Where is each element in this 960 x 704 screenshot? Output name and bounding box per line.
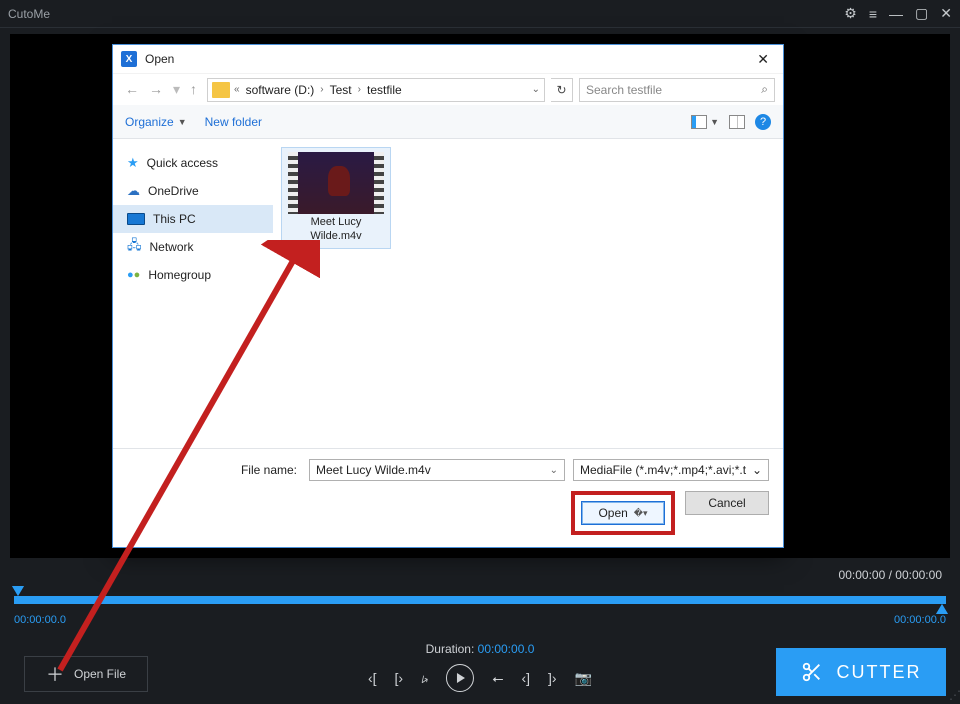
file-name-label: Meet Lucy Wilde.m4v — [286, 216, 386, 244]
dialog-titlebar: X Open ✕ — [113, 45, 783, 73]
monitor-icon — [127, 213, 145, 225]
timeline-start-label: 00:00:00.0 — [14, 614, 66, 626]
breadcrumb[interactable]: « software (D:) › Test › testfile ⌄ — [207, 78, 545, 102]
homegroup-icon: ●● — [127, 269, 140, 281]
search-input[interactable]: Search testfile ⌕ — [579, 78, 775, 102]
next-frame-button[interactable]: ⭠ — [492, 670, 503, 687]
chevron-down-icon[interactable]: ⌄ — [550, 465, 558, 476]
cancel-button[interactable]: Cancel — [685, 491, 769, 515]
nav-up-icon[interactable]: ↑ — [190, 81, 197, 98]
folder-icon — [212, 82, 230, 98]
video-thumbnail-icon — [288, 152, 384, 214]
timeline-end-label: 00:00:00.0 — [894, 614, 946, 626]
jump-start-button[interactable]: ‹] — [521, 670, 530, 686]
crumb-drive[interactable]: software (D:) — [244, 83, 317, 97]
search-icon: ⌕ — [761, 82, 768, 97]
open-file-label: Open File — [74, 667, 126, 681]
jump-end-button[interactable]: ]› — [548, 670, 557, 686]
timeline[interactable] — [14, 596, 946, 604]
cloud-icon: ☁ — [127, 183, 140, 199]
file-type-label: MediaFile (*.m4v;*.mp4;*.avi;*.t — [580, 463, 746, 477]
snapshot-button[interactable]: 📷 — [575, 670, 592, 687]
playback-controls: ‹[ [› ⭟ ⭠ ‹] ]› 📷 — [368, 664, 592, 692]
app-titlebar: CutoMe ⚙ ≡ — ▢ ✕ — [0, 0, 960, 28]
scissor-icon — [801, 661, 823, 683]
search-placeholder: Search testfile — [586, 83, 662, 97]
sidebar-item-onedrive[interactable]: ☁OneDrive — [113, 177, 273, 205]
filename-label: File name: — [127, 463, 301, 477]
dialog-nav: ← → ▾ ↑ « software (D:) › Test › testfil… — [113, 73, 783, 105]
duration-value: 00:00:00.0 — [478, 642, 535, 656]
crumb-folder-2[interactable]: testfile — [365, 83, 404, 97]
open-dialog: X Open ✕ ← → ▾ ↑ « software (D:) › Test … — [112, 44, 784, 548]
filename-input[interactable]: Meet Lucy Wilde.m4v ⌄ — [309, 459, 565, 481]
app-title: CutoMe — [8, 7, 50, 21]
window-controls: ⚙ ≡ — ▢ ✕ — [844, 5, 952, 22]
close-app-icon[interactable]: ✕ — [940, 5, 952, 22]
sidebar-item-network[interactable]: 🖧Network — [113, 233, 273, 261]
nav-forward-icon[interactable]: → — [149, 81, 163, 98]
filename-value: Meet Lucy Wilde.m4v — [316, 463, 431, 477]
annotation-highlight: Open�▾ — [571, 491, 675, 535]
prev-frame-button[interactable]: ⭟ — [421, 670, 428, 687]
menu-icon[interactable]: ≡ — [869, 6, 877, 22]
play-button[interactable] — [446, 664, 474, 692]
crumb-folder-1[interactable]: Test — [328, 83, 354, 97]
maximize-icon[interactable]: ▢ — [915, 5, 928, 22]
organize-menu[interactable]: Organize▼ — [125, 115, 187, 129]
refresh-button[interactable]: ↻ — [551, 78, 573, 102]
chevron-down-icon[interactable]: ⌄ — [532, 84, 540, 95]
dialog-close-icon[interactable]: ✕ — [751, 51, 775, 68]
minimize-icon[interactable]: — — [889, 6, 903, 22]
dialog-toolbar: Organize▼ New folder ▼ ? — [113, 105, 783, 139]
open-button[interactable]: Open�▾ — [581, 501, 665, 525]
cutter-label: CUTTER — [837, 662, 922, 683]
star-icon: ★ — [127, 155, 139, 171]
dialog-title: Open — [145, 52, 174, 66]
duration-readout: Duration: 00:00:00.0 — [426, 642, 535, 656]
file-list[interactable]: Meet Lucy Wilde.m4v — [273, 139, 783, 448]
sidebar-item-homegroup[interactable]: ●●Homegroup — [113, 261, 273, 289]
sidebar-item-this-pc[interactable]: This PC — [113, 205, 273, 233]
dialog-sidebar: ★Quick access ☁OneDrive This PC 🖧Network… — [113, 139, 273, 448]
timeline-end-marker-icon[interactable] — [936, 604, 948, 614]
help-icon[interactable]: ? — [755, 114, 771, 130]
view-mode-button[interactable]: ▼ — [691, 115, 719, 129]
mark-in-button[interactable]: ‹[ — [368, 670, 377, 686]
sidebar-item-quick-access[interactable]: ★Quick access — [113, 149, 273, 177]
open-file-button[interactable]: ＋ Open File — [24, 656, 148, 692]
dialog-footer: File name: Meet Lucy Wilde.m4v ⌄ MediaFi… — [113, 448, 783, 547]
chevron-down-icon[interactable]: ⌄ — [752, 463, 762, 477]
preview-pane-button[interactable] — [729, 115, 745, 129]
mark-out-button[interactable]: [› — [395, 670, 404, 686]
new-folder-button[interactable]: New folder — [205, 115, 262, 129]
cutter-button[interactable]: CUTTER — [776, 648, 946, 696]
time-readout: 00:00:00 / 00:00:00 — [839, 568, 942, 582]
dialog-app-icon: X — [121, 51, 137, 67]
time-total: 00:00:00 — [895, 568, 942, 582]
resize-grip-icon[interactable]: ⋰ — [949, 688, 958, 702]
plus-icon: ＋ — [46, 661, 64, 687]
network-icon: 🖧 — [127, 236, 142, 258]
file-item[interactable]: Meet Lucy Wilde.m4v — [281, 147, 391, 249]
nav-back-icon[interactable]: ← — [125, 81, 139, 98]
time-current: 00:00:00 — [839, 568, 886, 582]
gear-icon[interactable]: ⚙ — [844, 5, 857, 22]
file-type-select[interactable]: MediaFile (*.m4v;*.mp4;*.avi;*.t ⌄ — [573, 459, 769, 481]
